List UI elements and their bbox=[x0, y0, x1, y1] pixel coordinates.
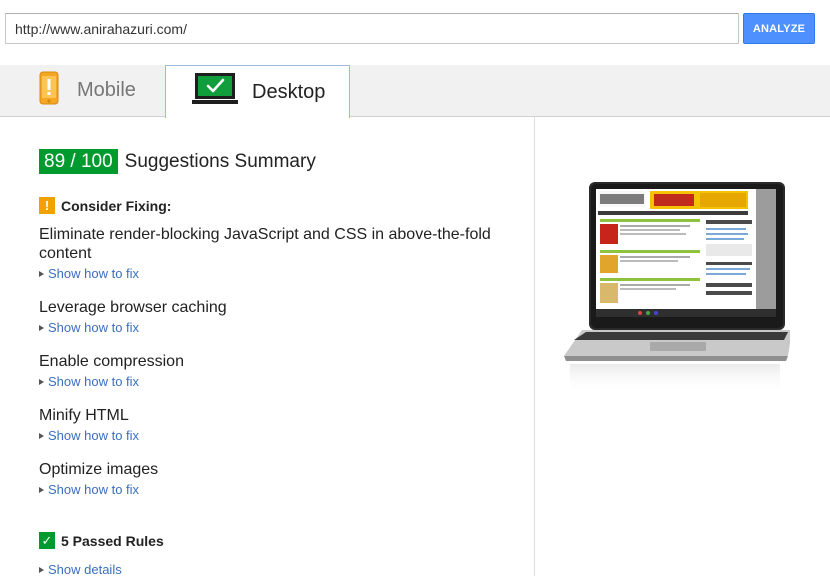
expand-triangle-icon bbox=[39, 432, 44, 439]
show-how-to-fix-label: Show how to fix bbox=[48, 428, 140, 443]
url-input[interactable] bbox=[5, 13, 739, 44]
expand-triangle-icon bbox=[39, 324, 44, 331]
show-how-to-fix-label: Show how to fix bbox=[48, 266, 140, 281]
show-how-to-fix-label: Show how to fix bbox=[48, 374, 140, 389]
tab-underline bbox=[350, 116, 830, 117]
expand-triangle-icon bbox=[39, 378, 44, 385]
rule-item: Minify HTML Show how to fix bbox=[39, 406, 509, 443]
tab-mobile-label: Mobile bbox=[77, 79, 136, 101]
rule-title: Optimize images bbox=[39, 461, 159, 478]
rule-item: Enable compression Show how to fix bbox=[39, 352, 509, 389]
show-details-link[interactable]: Show details bbox=[39, 562, 122, 576]
rule-item: Optimize images Show how to fix bbox=[39, 460, 509, 497]
show-how-to-fix-link[interactable]: Show how to fix bbox=[39, 374, 509, 389]
expand-triangle-icon bbox=[39, 566, 44, 573]
consider-fixing-header: ! Consider Fixing: bbox=[39, 197, 171, 214]
passed-rules-header: ✓ 5 Passed Rules bbox=[39, 532, 164, 549]
show-how-to-fix-link[interactable]: Show how to fix bbox=[39, 482, 509, 497]
summary-title: Suggestions Summary bbox=[124, 150, 316, 172]
show-how-to-fix-label: Show how to fix bbox=[48, 482, 140, 497]
rule-item: Leverage browser caching Show how to fix bbox=[39, 298, 509, 335]
warning-icon: ! bbox=[39, 197, 55, 214]
monitor-check-icon bbox=[192, 72, 238, 112]
rule-title: Enable compression bbox=[39, 353, 184, 370]
rule-item: Eliminate render-blocking JavaScript and… bbox=[39, 225, 509, 281]
rule-title: Leverage browser caching bbox=[39, 299, 227, 316]
expand-triangle-icon bbox=[39, 270, 44, 277]
show-details-label: Show details bbox=[48, 562, 122, 576]
show-how-to-fix-label: Show how to fix bbox=[48, 320, 140, 335]
passed-rules-label: 5 Passed Rules bbox=[61, 532, 164, 549]
laptop-screenshot-preview bbox=[560, 178, 792, 398]
content-divider bbox=[534, 117, 535, 576]
phone-warning-icon bbox=[39, 71, 59, 111]
rule-title: Minify HTML bbox=[39, 407, 129, 424]
summary-header: 89 / 100 Suggestions Summary bbox=[39, 149, 316, 174]
show-how-to-fix-link[interactable]: Show how to fix bbox=[39, 320, 509, 335]
show-how-to-fix-link[interactable]: Show how to fix bbox=[39, 428, 509, 443]
show-how-to-fix-link[interactable]: Show how to fix bbox=[39, 266, 509, 281]
tab-desktop[interactable]: Desktop bbox=[165, 65, 350, 118]
check-icon: ✓ bbox=[39, 532, 55, 549]
tab-underline bbox=[0, 116, 165, 117]
score-badge: 89 / 100 bbox=[39, 149, 118, 174]
tab-mobile[interactable]: Mobile bbox=[8, 65, 164, 117]
rule-title: Eliminate render-blocking JavaScript and… bbox=[39, 226, 491, 262]
consider-fixing-label: Consider Fixing: bbox=[61, 197, 172, 214]
tab-strip: Mobile Desktop bbox=[0, 65, 830, 118]
expand-triangle-icon bbox=[39, 486, 44, 493]
tab-desktop-label: Desktop bbox=[252, 80, 326, 103]
analyze-button[interactable]: ANALYZE bbox=[743, 13, 815, 44]
